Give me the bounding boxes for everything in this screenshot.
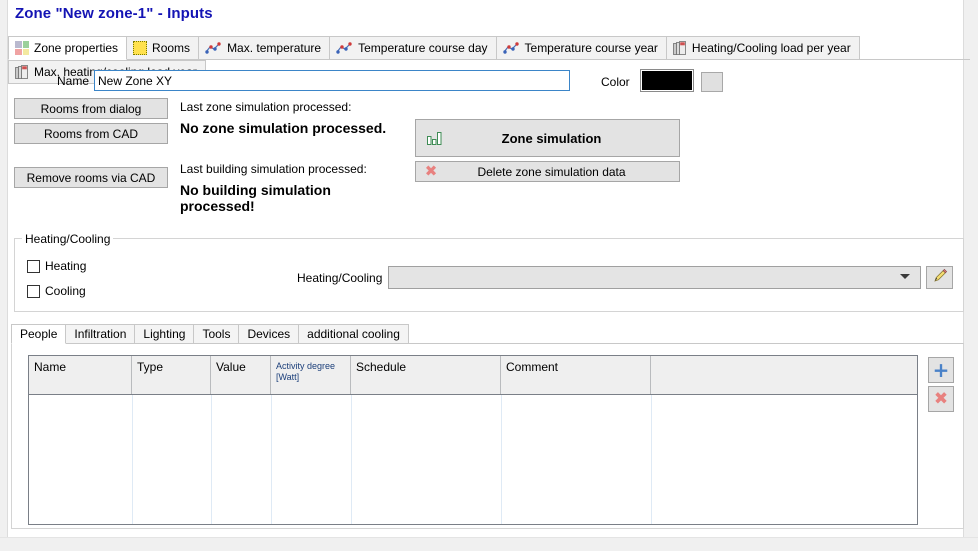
tab-label: Temperature course year [524,41,658,55]
edit-heating-cooling-button[interactable] [926,266,953,289]
window-bottom-strip [0,537,978,551]
tab-label: Max. temperature [227,41,322,55]
last-building-simulation-value: No building simulation processed! [180,182,331,214]
last-zone-simulation-value: No zone simulation processed. [180,120,387,136]
name-label: Name [57,74,90,88]
rooms-from-dialog-button[interactable]: Rooms from dialog [14,98,168,119]
name-input[interactable] [94,70,570,91]
column-divider [132,395,133,524]
tab-label: Temperature course day [358,41,488,55]
tab-additional-cooling[interactable]: additional cooling [298,324,409,344]
tab-zone-properties[interactable]: Zone properties [8,36,128,60]
heating-cooling-select[interactable] [388,266,921,289]
color-picker-button[interactable] [701,72,723,92]
table-header-row: Name Type Value Activity degree [Watt] S… [29,356,917,395]
column-header-filler [651,356,917,394]
column-header-activity-degree-line2: [Watt] [276,372,300,382]
column-divider [271,395,272,524]
column-divider [211,395,212,524]
delete-row-button[interactable]: ✖ [928,386,954,412]
delete-zone-simulation-label: Delete zone simulation data [477,164,626,179]
close-icon: ✖ [424,162,438,180]
chevron-down-icon [900,274,910,279]
tab-temperature-course-year[interactable]: Temperature course year [495,36,667,60]
zone-properties-icon [15,41,29,55]
heating-cooling-combo-label: Heating/Cooling [297,271,383,285]
heating-checkbox-row[interactable]: Heating [27,259,86,273]
table-body[interactable] [29,395,917,524]
tab-tools[interactable]: Tools [193,324,240,344]
delete-zone-simulation-data-button[interactable]: ✖ Delete zone simulation data [415,161,680,182]
column-header-type[interactable]: Type [132,356,211,394]
column-divider [501,395,502,524]
column-divider [651,395,652,524]
people-table: Name Type Value Activity degree [Watt] S… [28,355,918,525]
application-window: Zone "New zone-1" - Inputs Zone properti… [0,0,978,551]
remove-rooms-via-cad-button[interactable]: Remove rooms via CAD [14,167,168,188]
pencil-icon [932,268,948,287]
bar-chart-icon [15,64,29,80]
column-divider [351,395,352,524]
rooms-from-cad-button[interactable]: Rooms from CAD [14,123,168,144]
bar-chart-icon [416,131,454,145]
bar-chart-icon [673,40,687,56]
column-header-comment[interactable]: Comment [501,356,651,394]
tab-devices[interactable]: Devices [238,324,300,344]
tab-rooms[interactable]: Rooms [126,36,200,60]
zone-simulation-button[interactable]: Zone simulation [415,119,680,157]
tab-heating-cooling-load-per-year[interactable]: Heating/Cooling load per year [665,36,860,60]
color-label: Color [601,75,630,89]
last-building-simulation-label: Last building simulation processed: [180,162,367,176]
tab-label: Heating/Cooling load per year [691,41,851,55]
sub-tab-strip: People Infiltration Lighting Tools Devic… [11,324,964,344]
column-header-activity-degree-line1: Activity degree [276,361,336,371]
tab-temperature-course-day[interactable]: Temperature course day [329,36,497,60]
chart-icon [205,41,222,55]
tab-label: Zone properties [34,41,119,55]
cooling-checkbox[interactable] [27,284,40,298]
close-icon: ✖ [933,388,949,409]
column-header-schedule[interactable]: Schedule [351,356,501,394]
chart-icon [336,41,353,55]
tab-infiltration[interactable]: Infiltration [65,324,136,344]
main-tab-strip: Zone properties Rooms Max. temperature T… [8,36,970,84]
tab-lighting[interactable]: Lighting [134,324,195,344]
tab-max-temperature[interactable]: Max. temperature [198,36,331,60]
tab-label: Rooms [152,41,191,55]
color-swatch[interactable] [640,69,694,92]
chart-icon [502,41,520,55]
column-header-name[interactable]: Name [29,356,132,394]
heating-cooling-group-title: Heating/Cooling [22,232,114,246]
add-row-button[interactable]: + [928,357,954,383]
heating-checkbox[interactable] [27,259,40,273]
last-zone-simulation-label: Last zone simulation processed: [180,100,352,114]
cooling-checkbox-label: Cooling [45,284,86,298]
tab-people[interactable]: People [11,324,67,344]
page-title: Zone "New zone-1" - Inputs [15,5,213,22]
zone-simulation-label: Zone simulation [501,130,602,146]
cooling-checkbox-row[interactable]: Cooling [27,284,86,298]
plus-icon: + [932,358,950,382]
column-header-value[interactable]: Value [211,356,271,394]
rooms-icon [133,41,148,55]
column-header-activity-degree[interactable]: Activity degree [Watt] [271,356,351,394]
heating-checkbox-label: Heating [45,259,87,273]
